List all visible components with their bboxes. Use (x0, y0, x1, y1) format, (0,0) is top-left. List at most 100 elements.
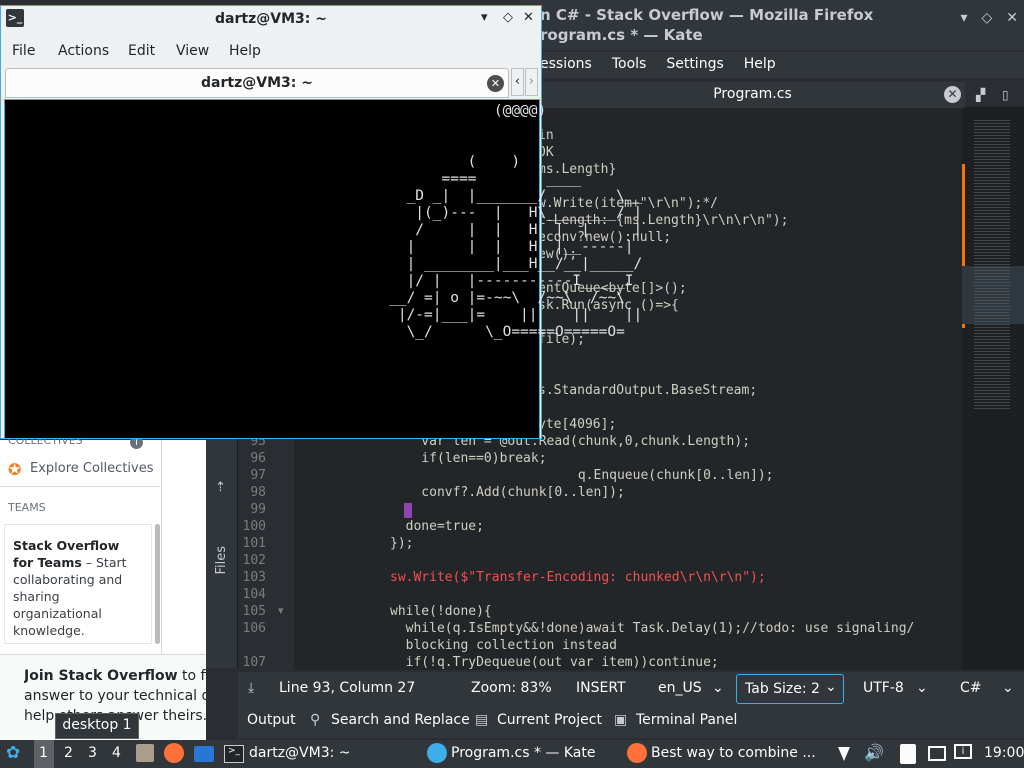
task-firefox[interactable]: Best way to combine ... (651, 745, 816, 761)
code-line[interactable]: blocking collection instead (390, 638, 617, 653)
task-kate[interactable]: Program.cs * — Kate (451, 745, 595, 761)
close-icon[interactable]: ✕ (523, 10, 534, 25)
upload-icon[interactable]: ⇡ (215, 480, 226, 495)
code-line[interactable]: convf?.Add(chunk[0..len]); (390, 485, 625, 500)
chevron-down-icon[interactable]: ⌄ (712, 680, 724, 696)
konsole-window: >_ dartz@VM3: ~ ▾ ◇ ✕ File Actions Edit … (0, 5, 642, 439)
terminal-app-icon[interactable]: >_ (6, 9, 24, 27)
code-line[interactable]: while(!done){ (390, 604, 492, 619)
terminal-panel-button[interactable]: Terminal Panel (636, 712, 737, 728)
close-tab-icon[interactable]: ✕ (487, 75, 504, 92)
line-number: 97 (250, 468, 266, 483)
konsole-menubar: File Actions Edit View Help (1, 38, 541, 66)
terminal-output[interactable]: (@@@@) ( ) ==== ____ _D _| |_______/ (4, 99, 642, 439)
input-mode[interactable]: INSERT (576, 680, 626, 696)
tab-size-select[interactable]: Tab Size: 2 ⌄ (736, 674, 844, 704)
menu-file[interactable]: File (12, 43, 35, 59)
explore-collectives-link[interactable]: Explore Collectives (30, 461, 154, 476)
tab-label: Program.cs (713, 86, 792, 102)
split-view-icon[interactable]: ▯ (1002, 88, 1016, 102)
notification-icon[interactable]: i (954, 744, 972, 759)
volume-icon[interactable]: 🔊 (864, 743, 884, 762)
tab-program-cs[interactable]: Program.cs ✕ (540, 82, 965, 108)
chevron-left-icon[interactable]: ‹ (511, 68, 524, 96)
code-line[interactable]: done=true; (390, 519, 484, 534)
fold-marker-icon[interactable]: ▾ (278, 604, 284, 617)
join-link[interactable]: Join Stack Overflow (24, 668, 178, 684)
line-number: 104 (242, 587, 266, 602)
desktop-4[interactable]: 4 (112, 745, 121, 761)
terminal-task-icon: >_ (224, 745, 244, 763)
line-number: 102 (242, 553, 266, 568)
kate-menubar: essions Tools Settings Help (540, 52, 1024, 78)
code-line[interactable]: if(len==0)break; (390, 451, 546, 466)
desktop-1[interactable]: 1 (34, 740, 54, 768)
desktop-3[interactable]: 3 (88, 745, 97, 761)
minimize-icon[interactable]: ▾ (960, 10, 967, 26)
line-number: 106 (242, 621, 266, 636)
code-line[interactable]: s.StandardOutput.BaseStream; (538, 383, 757, 398)
code-line[interactable]: q.Enqueue(chunk[0..len]); (390, 468, 774, 483)
line-number: 98 (250, 485, 266, 500)
menu-settings[interactable]: Settings (666, 52, 743, 78)
chevron-down-icon[interactable]: ⌄ (916, 680, 928, 696)
files-toolview-button[interactable]: Files (214, 546, 230, 575)
search-icon: ⚲ (310, 712, 321, 728)
quick-open-icon[interactable]: ▞ (976, 88, 990, 102)
maximize-icon[interactable]: ◇ (503, 10, 513, 25)
tab-dartz[interactable]: dartz@VM3: ~ ✕ (5, 68, 509, 98)
syntax-select[interactable]: C# (960, 680, 982, 696)
line-number: 96 (250, 451, 266, 466)
scrollbar[interactable] (155, 524, 160, 644)
text-cursor (404, 503, 412, 518)
menu-help[interactable]: Help (229, 43, 261, 59)
clock[interactable]: 19:00 (984, 745, 1024, 761)
desktop-2[interactable]: 2 (64, 745, 73, 761)
teams-heading: TEAMS (8, 501, 46, 514)
chevron-down-icon[interactable]: ⌄ (1002, 680, 1014, 696)
minimap-scrollbar[interactable] (962, 108, 1024, 670)
file-manager-icon[interactable] (136, 744, 154, 762)
collectives-icon: ✪ (8, 460, 22, 479)
firefox-icon[interactable] (164, 743, 184, 763)
menu-view[interactable]: View (176, 43, 209, 59)
menu-help[interactable]: Help (744, 52, 796, 78)
dictionary-select[interactable]: en_US (658, 680, 702, 696)
application-launcher-icon[interactable]: ✿ (6, 743, 20, 763)
code-line[interactable]: while(q.IsEmpty&&!done)await Task.Delay(… (390, 621, 915, 636)
line-number: 105 (242, 604, 266, 619)
current-project-button[interactable]: Current Project (497, 712, 602, 728)
konsole-titlebar[interactable]: >_ dartz@VM3: ~ ▾ ◇ ✕ (1, 6, 541, 34)
maximize-icon[interactable]: ◇ (981, 10, 992, 26)
download-icon[interactable]: ⤓ (248, 680, 254, 696)
teams-promo: Stack Overflow for Teams – Start collabo… (4, 524, 152, 644)
close-tab-icon[interactable]: ✕ (944, 86, 961, 103)
search-replace-button[interactable]: Search and Replace (331, 712, 470, 728)
code-line[interactable]: }); (390, 536, 413, 551)
network-icon[interactable] (928, 746, 946, 761)
menu-edit[interactable]: Edit (128, 43, 155, 59)
code-line[interactable]: sw.Write($"Transfer-Encoding: chunked\r\… (390, 570, 766, 585)
tab-label: dartz@VM3: ~ (201, 75, 313, 91)
zoom-level[interactable]: Zoom: 83% (471, 680, 552, 696)
hourglass-icon[interactable] (838, 747, 850, 761)
clipboard-icon[interactable] (900, 744, 916, 764)
kate-icon (427, 743, 447, 763)
code-line[interactable]: if(!q.TryDequeue(out var item))continue; (390, 655, 719, 670)
kate-titlebar[interactable]: n C# - Stack Overflow — Mozilla Firefox … (520, 0, 1024, 50)
chevron-right-icon[interactable]: › (525, 68, 538, 96)
cursor-position[interactable]: Line 93, Column 27 (279, 680, 415, 696)
menu-actions[interactable]: Actions (58, 43, 109, 59)
kate-tabbar: Program.cs ✕ ▞ ▯ (540, 82, 1024, 108)
minimize-icon[interactable]: ▾ (481, 10, 488, 25)
menu-tools[interactable]: Tools (612, 52, 667, 78)
close-icon[interactable]: ✕ (1006, 10, 1018, 26)
taskbar: ✿ 1 2 3 4 >_ dartz@VM3: ~ Program.cs * —… (0, 740, 1024, 768)
output-button[interactable]: Output (247, 712, 296, 728)
code-line[interactable]: yte[4096]; (538, 417, 616, 432)
answer-text: answer to your technical qu (24, 688, 206, 704)
show-desktop-icon[interactable] (194, 746, 214, 762)
task-konsole[interactable]: dartz@VM3: ~ (249, 745, 351, 761)
menu-sessions[interactable]: essions (540, 52, 612, 78)
encoding-select[interactable]: UTF-8 (863, 680, 904, 696)
